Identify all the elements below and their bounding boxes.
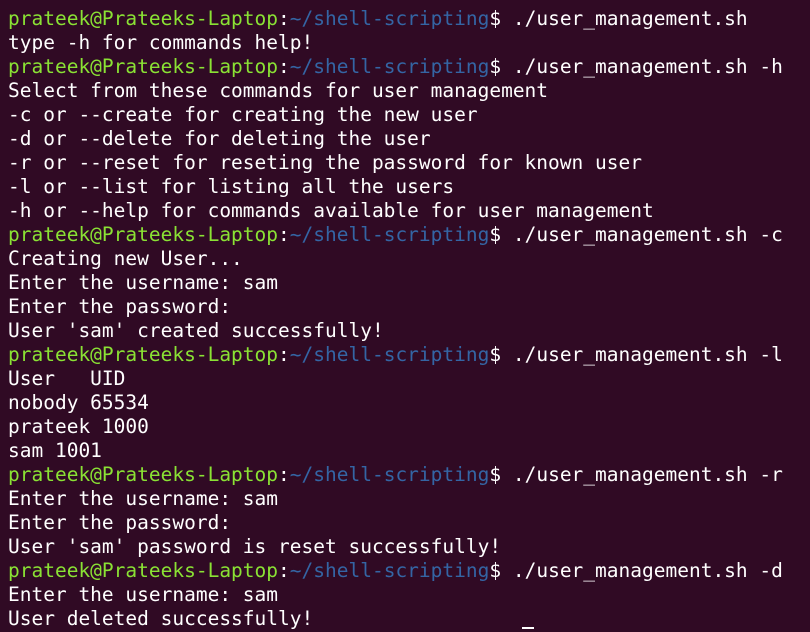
command-text: ./user_management.sh -l (512, 343, 783, 366)
prompt-path: ~/shell-scripting (289, 7, 490, 30)
prompt-path: ~/shell-scripting (289, 463, 490, 486)
output-text: Enter the password: (8, 511, 232, 534)
output-line: -l or --list for listing all the users (8, 175, 810, 199)
output-text: -d or --delete for deleting the user (8, 127, 431, 150)
prompt-line: prateek@Prateeks-Laptop:~/shell-scriptin… (8, 343, 810, 367)
output-text: -h or --help for commands available for … (8, 199, 654, 222)
output-text: sam 1001 (8, 439, 102, 462)
prompt-path: ~/shell-scripting (289, 343, 490, 366)
output-line: User UID (8, 367, 810, 391)
prompt-dollar: $ (489, 223, 513, 246)
prompt-line: prateek@Prateeks-Laptop:~/shell-scriptin… (8, 7, 810, 31)
text-cursor (522, 627, 534, 629)
output-line: User 'sam' password is reset successfull… (8, 535, 810, 559)
prompt-path: ~/shell-scripting (289, 559, 490, 582)
prompt-colon: : (278, 223, 290, 246)
prompt-line: prateek@Prateeks-Laptop:~/shell-scriptin… (8, 55, 810, 79)
prompt-user-host: prateek@Prateeks-Laptop (8, 223, 279, 246)
prompt-colon: : (278, 559, 290, 582)
prompt-line: prateek@Prateeks-Laptop:~/shell-scriptin… (8, 463, 810, 487)
prompt-colon: : (278, 7, 290, 30)
output-text: nobody 65534 (8, 391, 149, 414)
output-line: Select from these commands for user mana… (8, 79, 810, 103)
output-text: -r or --reset for reseting the password … (8, 151, 642, 174)
output-text: -c or --create for creating the new user (8, 103, 478, 126)
output-line: sam 1001 (8, 439, 810, 463)
output-line: Enter the password: (8, 511, 810, 535)
output-line: Enter the username: sam (8, 271, 810, 295)
prompt-dollar: $ (489, 463, 513, 486)
command-text: ./user_management.sh -c (512, 223, 783, 246)
output-line: -h or --help for commands available for … (8, 199, 810, 223)
prompt-colon: : (278, 463, 290, 486)
command-text: ./user_management.sh -d (512, 559, 783, 582)
output-line: User deleted successfully! (8, 607, 810, 631)
output-line: Enter the password: (8, 295, 810, 319)
prompt-path: ~/shell-scripting (289, 55, 490, 78)
prompt-user-host: prateek@Prateeks-Laptop (8, 559, 279, 582)
prompt-user-host: prateek@Prateeks-Laptop (8, 463, 279, 486)
output-text: User 'sam' password is reset successfull… (8, 535, 502, 558)
output-line: User 'sam' created successfully! (8, 319, 810, 343)
output-line: nobody 65534 (8, 391, 810, 415)
prompt-dollar: $ (489, 343, 513, 366)
prompt-colon: : (278, 343, 290, 366)
prompt-line: prateek@Prateeks-Laptop:~/shell-scriptin… (8, 223, 810, 247)
output-text: Enter the password: (8, 295, 232, 318)
output-line: Enter the username: sam (8, 487, 810, 511)
command-text: ./user_management.sh (512, 7, 748, 30)
output-line: -r or --reset for reseting the password … (8, 151, 810, 175)
output-text: Creating new User... (8, 247, 243, 270)
output-text: Enter the username: sam (8, 271, 279, 294)
prompt-dollar: $ (489, 7, 513, 30)
prompt-line: prateek@Prateeks-Laptop:~/shell-scriptin… (8, 559, 810, 583)
terminal-window[interactable]: prateek@Prateeks-Laptop:~/shell-scriptin… (0, 0, 810, 632)
prompt-path: ~/shell-scripting (289, 223, 490, 246)
prompt-dollar: $ (489, 559, 513, 582)
output-text: prateek 1000 (8, 415, 149, 438)
output-text: User deleted successfully! (8, 607, 314, 630)
command-text: ./user_management.sh -r (512, 463, 783, 486)
output-line: -c or --create for creating the new user (8, 103, 810, 127)
output-line: -d or --delete for deleting the user (8, 127, 810, 151)
prompt-user-host: prateek@Prateeks-Laptop (8, 343, 279, 366)
output-text: User UID (8, 367, 126, 390)
output-text: type -h for commands help! (8, 31, 314, 54)
output-text: Enter the username: sam (8, 487, 279, 510)
command-text: ./user_management.sh -h (512, 55, 783, 78)
prompt-dollar: $ (489, 55, 513, 78)
prompt-user-host: prateek@Prateeks-Laptop (8, 55, 279, 78)
output-line: type -h for commands help! (8, 31, 810, 55)
output-text: Select from these commands for user mana… (8, 79, 549, 102)
output-text: Enter the username: sam (8, 583, 279, 606)
output-text: User 'sam' created successfully! (8, 319, 384, 342)
prompt-colon: : (278, 55, 290, 78)
output-line: prateek 1000 (8, 415, 810, 439)
prompt-user-host: prateek@Prateeks-Laptop (8, 7, 279, 30)
output-line: Enter the username: sam (8, 583, 810, 607)
output-line: Creating new User... (8, 247, 810, 271)
output-text: -l or --list for listing all the users (8, 175, 455, 198)
